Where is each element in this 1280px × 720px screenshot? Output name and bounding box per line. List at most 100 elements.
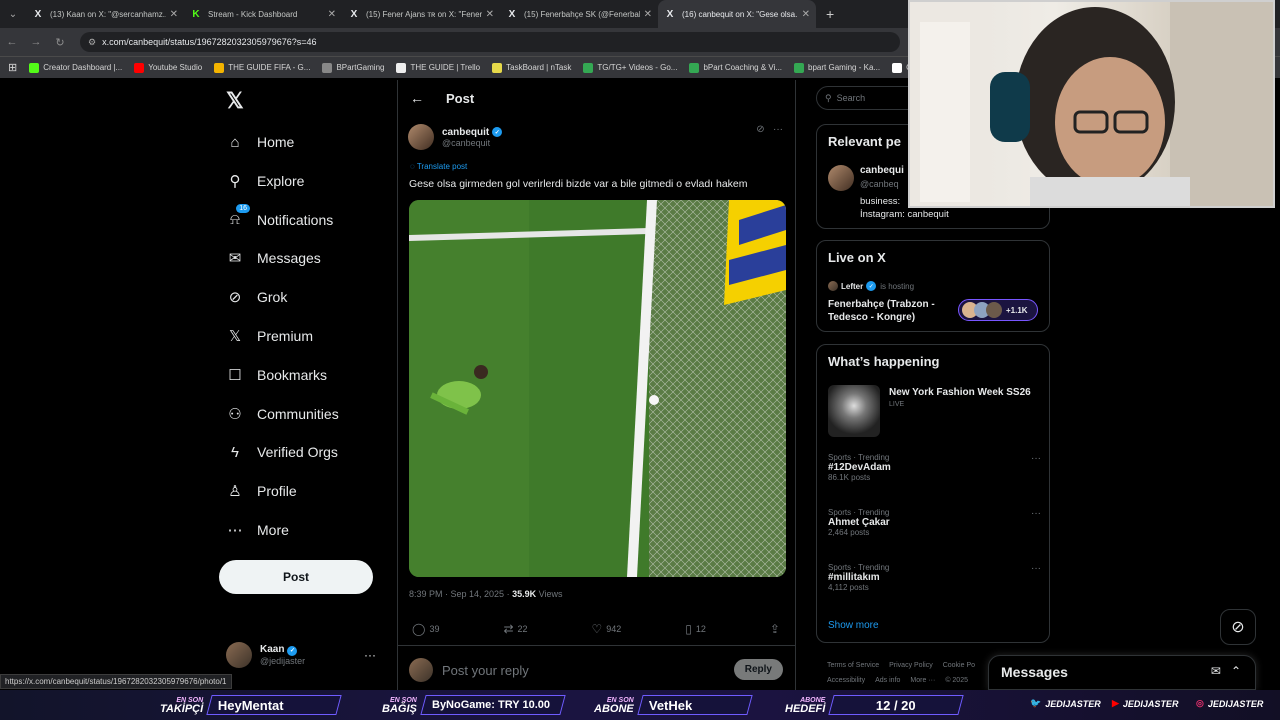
nav-item-home[interactable]: ⌂ Home	[226, 128, 294, 156]
close-icon[interactable]: ✕	[486, 9, 494, 20]
bookmark-item[interactable]: BPartGaming	[322, 62, 384, 73]
show-more-link[interactable]: Show more	[828, 620, 879, 631]
new-message-icon[interactable]: ✉	[1211, 664, 1221, 678]
close-icon[interactable]: ✕	[802, 9, 810, 20]
close-icon[interactable]: ✕	[644, 9, 652, 20]
account-switcher[interactable]: Kaan ✓ @jedijaster ···	[226, 642, 386, 668]
author-avatar[interactable]	[408, 124, 434, 150]
post-image[interactable]	[409, 200, 786, 577]
more-dots-icon[interactable]: ···	[364, 648, 376, 662]
repost-action[interactable]: ⇄ 22	[503, 622, 527, 636]
translate-link[interactable]: ◌ Translate post	[410, 162, 467, 171]
social-twitter: 🐦 JEDIJASTER	[1030, 698, 1101, 709]
footer-link[interactable]: Accessibility	[827, 677, 865, 684]
grok-icon[interactable]: ⊘	[756, 124, 764, 135]
author-name[interactable]: canbequit	[442, 127, 489, 138]
close-icon[interactable]: ✕	[170, 9, 178, 20]
host-name[interactable]: Lefter	[841, 282, 863, 291]
messages-drawer[interactable]: Messages ✉ ⌃	[988, 655, 1256, 690]
live-on-x-card: Live on X Lefter ✓ is hosting Fenerbahçe …	[816, 240, 1050, 332]
twitter-icon: 🐦	[1030, 698, 1042, 708]
close-icon[interactable]: ✕	[328, 9, 336, 20]
x-logo-icon[interactable]: 𝕏	[226, 88, 244, 114]
nav-item-notifications[interactable]: ⍾ 16 Notifications	[226, 203, 333, 234]
post-time[interactable]: 8:39 PM · Sep 14, 2025 ·	[409, 589, 510, 599]
bookmark-item[interactable]: THE GUIDE | Trello	[396, 62, 480, 73]
new-tab-button[interactable]: +	[826, 6, 834, 22]
nav-item-grok[interactable]: ⊘ Grok	[226, 283, 288, 311]
tab-search-icon[interactable]: ⌄	[0, 0, 26, 28]
bookmark-item[interactable]: bPart Coaching & Vi...	[689, 62, 782, 73]
reply-button[interactable]: Reply	[733, 659, 783, 680]
more-dots-icon[interactable]: ···	[1031, 563, 1041, 574]
footer-link[interactable]: Ads info	[875, 677, 900, 684]
left-navigation: 𝕏 ⌂ Home ⚲ Explore ⍾ 16 Notifications ✉ Messages…	[218, 80, 393, 690]
nav-item-premium[interactable]: 𝕏 Premium	[226, 322, 313, 350]
bookmark-action[interactable]: ▯ 12	[685, 622, 706, 636]
footer-link[interactable]: Terms of Service	[827, 662, 879, 669]
site-info-icon[interactable]: ⚙	[88, 37, 96, 48]
reload-button[interactable]: ↻	[48, 36, 72, 49]
browser-tab[interactable]: X (13) Kaan on X: "@sercanhamz... ✕	[26, 0, 184, 28]
football-goal-image	[409, 200, 786, 577]
chevron-up-icon[interactable]: ⌃	[1231, 664, 1241, 678]
browser-tab[interactable]: X (16) canbequit on X: "Gese olsa... ✕	[658, 0, 816, 28]
bookmark-item[interactable]: Creator Dashboard |...	[29, 62, 122, 73]
trend-item[interactable]: Sports · Trending #millitakım 4,112 posts ·…	[828, 563, 1043, 592]
bookmark-item[interactable]: Youtube Studio	[134, 62, 203, 73]
like-action[interactable]: ♡ 942	[592, 622, 622, 636]
avatar[interactable]	[828, 165, 854, 191]
person-icon: ♙	[226, 482, 244, 500]
grok-icon[interactable]: ⊘	[1220, 609, 1256, 645]
share-action[interactable]: ⇪	[770, 622, 784, 636]
footer-link[interactable]: © 2025	[945, 677, 968, 684]
post-button[interactable]: Post	[219, 560, 373, 594]
author-handle[interactable]: @canbequit	[442, 138, 502, 148]
more-dots-icon[interactable]: ···	[1031, 508, 1041, 519]
more-dots-icon[interactable]: ···	[773, 124, 783, 135]
nav-item-more[interactable]: ⋯ More	[226, 516, 289, 544]
nav-glyph: ✉	[228, 250, 242, 268]
trend-item[interactable]: Sports · Trending Ahmet Çakar 2,464 posts ·…	[828, 508, 1043, 537]
bookmark-label: Youtube Studio	[148, 63, 203, 72]
more-dots-icon[interactable]: ···	[1031, 453, 1041, 464]
browser-tab[interactable]: K Stream - Kick Dashboard ✕	[184, 0, 342, 28]
nav-item-verified-orgs[interactable]: ϟ Verified Orgs	[226, 438, 338, 466]
browser-tab[interactable]: X (15) Fenerbahçe SK (@Fenerbah... ✕	[500, 0, 658, 28]
reply-input[interactable]: Post your reply	[442, 663, 529, 678]
bookmark-item[interactable]: bpart Gaming - Ka...	[794, 62, 880, 73]
nav-glyph: ⚇	[228, 405, 242, 423]
nav-item-explore[interactable]: ⚲ Explore	[226, 167, 305, 195]
relevant-name[interactable]: canbequi	[860, 165, 904, 176]
forward-button[interactable]: →	[24, 36, 48, 48]
grok-icon: ⊘	[226, 288, 244, 306]
nav-item-communities[interactable]: ⚇ Communities	[226, 400, 338, 428]
bookmark-item[interactable]: THE GUIDE FIFA - G...	[214, 62, 310, 73]
trend-item[interactable]: Sports · Trending #12DevAdam 86.1K posts ··…	[828, 453, 1043, 482]
nav-item-messages[interactable]: ✉ Messages	[226, 244, 321, 272]
bookmark-favicon-icon	[794, 62, 805, 73]
tab-title: (13) Kaan on X: "@sercanhamz...	[50, 9, 166, 19]
footer-link[interactable]: More ···	[910, 677, 935, 684]
nav-item-bookmarks[interactable]: ☐ Bookmarks	[226, 361, 327, 389]
nav-glyph: ϟ	[231, 443, 239, 461]
nav-item-profile[interactable]: ♙ Profile	[226, 477, 296, 505]
space-join-button[interactable]: +1.1K	[958, 299, 1038, 321]
browser-tab[interactable]: X (15) Fener Ajans ᴛʀ on X: "Fener... ✕	[342, 0, 500, 28]
bookmark-item[interactable]: TaskBoard | nTask	[492, 62, 571, 73]
post-author[interactable]: canbequit ✓ @canbequit	[408, 124, 503, 150]
apps-icon[interactable]: ⊞	[8, 61, 17, 74]
goal-label-main: HEDEFİ	[785, 703, 826, 715]
footer-link[interactable]: Cookie Po	[943, 662, 975, 669]
bookmark-item[interactable]: TG/TG+ Videos - Go...	[583, 62, 677, 73]
verified-icon: ✓	[492, 127, 503, 137]
space-title[interactable]: Fenerbahçe (Trabzon - Tedesco - Kongre)	[828, 298, 953, 324]
footer-link[interactable]: Privacy Policy	[889, 662, 933, 669]
back-button[interactable]: ←	[0, 36, 24, 48]
reply-action[interactable]: ◯ 39	[412, 622, 439, 636]
sub-label: EN SON ABONE	[594, 696, 634, 715]
back-arrow-icon[interactable]: ←	[410, 90, 424, 106]
event-name[interactable]: New York Fashion Week SS26	[889, 387, 1031, 398]
url-field[interactable]: ⚙ x.com/canbequit/status/196728203230597…	[80, 32, 900, 52]
event-thumbnail[interactable]	[828, 385, 880, 437]
